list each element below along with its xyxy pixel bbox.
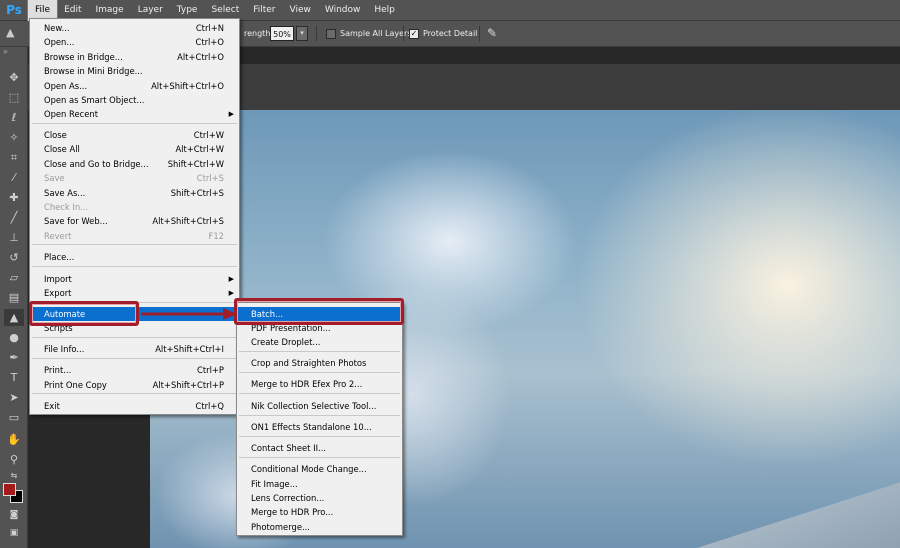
submenu-item-create-droplet[interactable]: Create Droplet... (238, 335, 401, 349)
menu-separator (239, 372, 400, 373)
pressure-brush-icon[interactable]: ✎ (487, 26, 503, 42)
foreground-color-swatch[interactable] (3, 483, 16, 496)
menu-separator (32, 337, 237, 338)
submenu-item-photomerge[interactable]: Photomerge... (238, 520, 401, 534)
menu-separator (32, 123, 237, 124)
menu-item-close[interactable]: Close Ctrl+W (31, 128, 238, 142)
menu-item-open[interactable]: Open... Ctrl+O (31, 35, 238, 49)
submenu-arrow-icon: ▶ (228, 289, 234, 297)
menu-item-print-one-copy[interactable]: Print One Copy Alt+Shift+Ctrl+P (31, 378, 238, 392)
menu-item-exit[interactable]: Exit Ctrl+Q (31, 399, 238, 413)
pen-icon[interactable]: ✒ (4, 349, 24, 366)
strength-label: rength: (244, 29, 274, 38)
submenu-arrow-icon: ▶ (228, 110, 234, 118)
photoshop-logo: Ps (6, 3, 22, 17)
hand-icon[interactable]: ✋ (4, 431, 24, 448)
menu-item-save-as[interactable]: Save As... Shift+Ctrl+S (31, 186, 238, 200)
menu-item-close-and-go-to-bridge[interactable]: Close and Go to Bridge... Shift+Ctrl+W (31, 157, 238, 171)
healing-brush-icon[interactable]: ✚ (4, 189, 24, 206)
menu-separator (239, 436, 400, 437)
file-menu: New... Ctrl+N Open... Ctrl+O Browse in Bri… (29, 18, 240, 415)
menu-view[interactable]: View (283, 0, 318, 21)
toolbox: » ✥ ⬚ ℓ ✧ ⌗ ⁄ ✚ ╱ ⊥ ↺ ▱ ▤ ▲ ● ✒ T ➤ ▭ ✋ … (0, 47, 28, 548)
options-divider (403, 26, 404, 42)
submenu-item-crop-and-straighten[interactable]: Crop and Straighten Photos (238, 356, 401, 370)
menu-item-import[interactable]: Import ▶ (31, 272, 238, 286)
eyedropper-icon[interactable]: ⁄ (4, 169, 24, 186)
menu-filter[interactable]: Filter (246, 0, 282, 21)
move-icon[interactable]: ✥ (4, 69, 24, 86)
marquee-icon[interactable]: ⬚ (4, 89, 24, 106)
automate-submenu: Batch... PDF Presentation... Create Drop… (236, 302, 403, 536)
annotation-box-batch (234, 298, 404, 325)
menu-item-save-for-web[interactable]: Save for Web... Alt+Shift+Ctrl+S (31, 214, 238, 228)
history-brush-icon[interactable]: ↺ (4, 249, 24, 266)
swap-colors-icon[interactable]: ⇆ (4, 467, 24, 484)
menu-separator (32, 393, 237, 394)
submenu-item-fit-image[interactable]: Fit Image... (238, 477, 401, 491)
menu-item-open-as-smart-object[interactable]: Open as Smart Object... (31, 93, 238, 107)
submenu-arrow-icon: ▶ (228, 275, 234, 283)
lasso-icon[interactable]: ℓ (4, 109, 24, 126)
menu-separator (32, 358, 237, 359)
submenu-item-on1-effects[interactable]: ON1 Effects Standalone 10... (238, 420, 401, 434)
quick-mask-icon[interactable]: ◙ (4, 507, 24, 524)
submenu-item-conditional-mode-change[interactable]: Conditional Mode Change... (238, 462, 401, 476)
strength-slider-toggle[interactable]: ▾ (296, 26, 308, 41)
menu-window[interactable]: Window (318, 0, 368, 21)
submenu-item-nik-collection[interactable]: Nik Collection Selective Tool... (238, 399, 401, 413)
submenu-item-lens-correction[interactable]: Lens Correction... (238, 491, 401, 505)
menu-item-check-in[interactable]: Check In... (31, 200, 238, 214)
path-select-icon[interactable]: ➤ (4, 389, 24, 406)
menu-separator (239, 415, 400, 416)
menu-item-open-as[interactable]: Open As... Alt+Shift+Ctrl+O (31, 79, 238, 93)
protect-detail-checkbox[interactable]: ✓ (409, 29, 419, 39)
dodge-icon[interactable]: ● (4, 329, 24, 346)
gradient-icon[interactable]: ▤ (4, 289, 24, 306)
type-icon[interactable]: T (4, 369, 24, 386)
menu-item-browse-in-bridge[interactable]: Browse in Bridge... Alt+Ctrl+O (31, 50, 238, 64)
submenu-item-contact-sheet[interactable]: Contact Sheet II... (238, 441, 401, 455)
menu-item-place[interactable]: Place... (31, 250, 238, 264)
menu-item-revert[interactable]: Revert F12 (31, 229, 238, 243)
menu-separator (239, 351, 400, 352)
options-divider (479, 26, 480, 42)
toolbox-collapse-icon[interactable]: » (0, 47, 27, 59)
strength-input[interactable]: 50% (270, 26, 294, 41)
menu-item-save[interactable]: Save Ctrl+S (31, 171, 238, 185)
menu-separator (32, 266, 237, 267)
sample-all-layers-label: Sample All Layers (340, 29, 412, 38)
menu-item-close-all[interactable]: Close All Alt+Ctrl+W (31, 142, 238, 156)
menu-item-file-info[interactable]: File Info... Alt+Shift+Ctrl+I (31, 342, 238, 356)
shape-icon[interactable]: ▭ (4, 409, 24, 426)
sharpen-tool-preset-icon[interactable]: ▲ (6, 26, 22, 42)
menu-help[interactable]: Help (367, 0, 402, 21)
menu-item-new[interactable]: New... Ctrl+N (31, 21, 238, 35)
protect-detail-label: Protect Detail (423, 29, 478, 38)
sample-all-layers-checkbox[interactable] (326, 29, 336, 39)
submenu-item-merge-to-hdr-pro[interactable]: Merge to HDR Pro... (238, 505, 401, 519)
menu-separator (239, 393, 400, 394)
annotation-arrow-icon (141, 308, 237, 320)
eraser-icon[interactable]: ▱ (4, 269, 24, 286)
screen-mode-icon[interactable]: ▣ (4, 525, 24, 542)
menu-separator (32, 244, 237, 245)
menu-item-print[interactable]: Print... Ctrl+P (31, 363, 238, 377)
quick-select-icon[interactable]: ✧ (4, 129, 24, 146)
brush-icon[interactable]: ╱ (4, 209, 24, 226)
submenu-item-merge-to-hdr-efex[interactable]: Merge to HDR Efex Pro 2... (238, 377, 401, 391)
zoom-icon[interactable]: ⚲ (4, 451, 24, 468)
sharpen-icon[interactable]: ▲ (4, 309, 24, 326)
menu-item-open-recent[interactable]: Open Recent ▶ (31, 107, 238, 121)
crop-icon[interactable]: ⌗ (4, 149, 24, 166)
annotation-box-automate (29, 301, 139, 326)
menu-separator (239, 457, 400, 458)
menu-item-export[interactable]: Export ▶ (31, 286, 238, 300)
menu-item-browse-in-mini-bridge[interactable]: Browse in Mini Bridge... (31, 64, 238, 78)
clone-stamp-icon[interactable]: ⊥ (4, 229, 24, 246)
options-divider (316, 26, 317, 42)
